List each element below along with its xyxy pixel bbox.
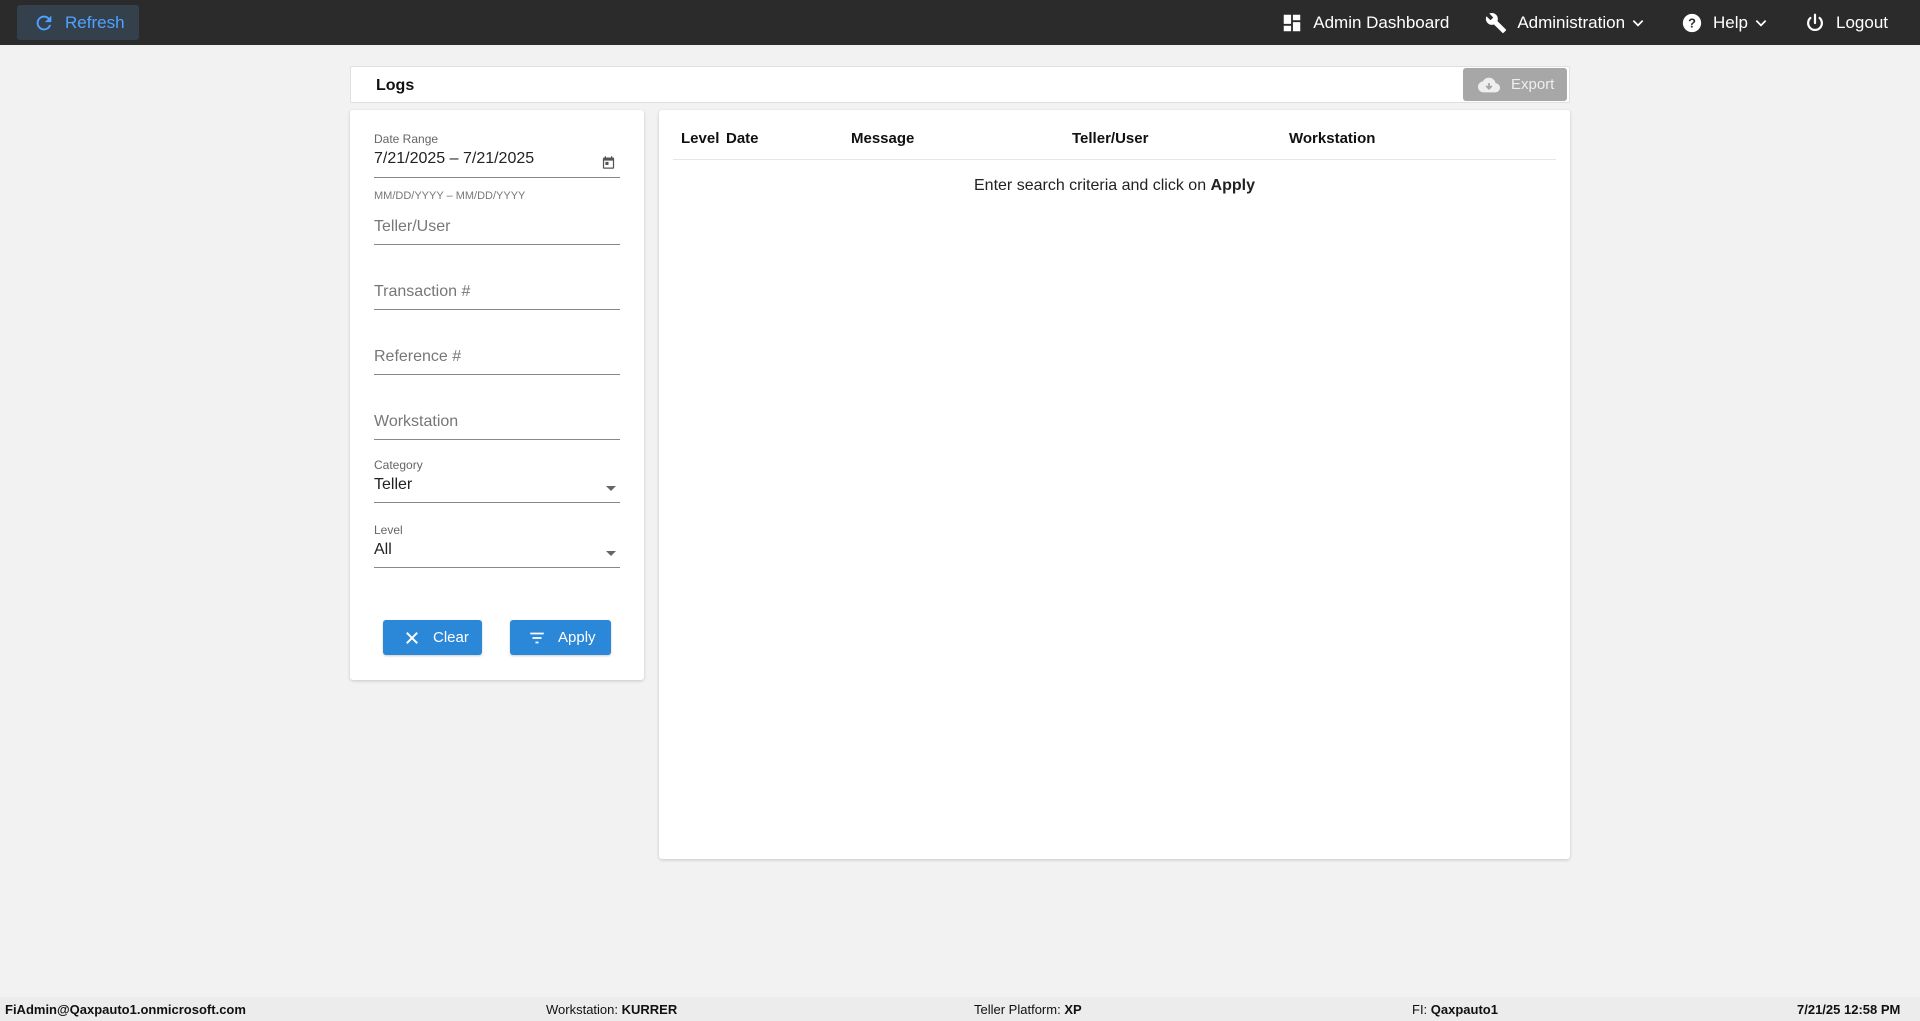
- page-title: Logs: [376, 77, 415, 94]
- category-underline: [374, 502, 620, 503]
- empty-state-message: Enter search criteria and click on Apply: [659, 177, 1570, 195]
- teller-user-underline: [374, 244, 620, 245]
- cloud-download-icon: [1478, 77, 1500, 92]
- apply-label: Apply: [558, 629, 596, 646]
- power-icon: [1807, 13, 1823, 31]
- chevron-down-icon: [1755, 19, 1767, 27]
- export-button[interactable]: Export: [1463, 68, 1567, 101]
- status-fi: FI: Qaxpauto1: [1412, 1002, 1498, 1017]
- date-range-hint-wrap: MM/DD/YYYY – MM/DD/YYYY: [374, 186, 620, 204]
- admin-dashboard-label: Admin Dashboard: [1313, 12, 1450, 32]
- filter-icon: [530, 632, 544, 643]
- logout-button[interactable]: Logout: [1786, 0, 1920, 45]
- refresh-button[interactable]: Refresh: [17, 5, 139, 40]
- column-header-teller-user[interactable]: Teller/User: [1072, 130, 1148, 147]
- reference-number-input[interactable]: Reference #: [374, 348, 620, 384]
- date-range-value[interactable]: 7/21/2025 – 7/21/2025: [374, 150, 620, 168]
- column-header-date[interactable]: Date: [726, 130, 759, 147]
- level-underline: [374, 567, 620, 568]
- workstation-input[interactable]: Workstation: [374, 413, 620, 449]
- empty-state-text: Enter search criteria and click on: [974, 177, 1211, 194]
- level-value: All: [374, 541, 392, 558]
- wrench-icon: [1486, 12, 1507, 33]
- dashboard-icon: [1283, 14, 1301, 31]
- column-header-level[interactable]: Level: [681, 130, 719, 147]
- logs-header-card: Logs Export: [350, 66, 1570, 103]
- export-label: Export: [1511, 76, 1555, 93]
- category-select[interactable]: Category Teller: [374, 458, 620, 506]
- status-datetime: 7/21/25 12:58 PM: [1797, 1002, 1901, 1017]
- transaction-underline: [374, 309, 620, 310]
- teller-user-input[interactable]: Teller/User: [374, 218, 620, 254]
- empty-state-action: Apply: [1210, 177, 1255, 194]
- logout-label: Logout: [1836, 12, 1888, 32]
- top-navigation-bar: Refresh Admin Dashboard Administration ?…: [0, 0, 1920, 45]
- status-platform: Teller Platform: XP: [974, 1002, 1082, 1017]
- status-user: FiAdmin@Qaxpauto1.onmicrosoft.com: [5, 1002, 246, 1017]
- workstation-underline: [374, 439, 620, 440]
- chevron-down-icon: [1632, 19, 1644, 27]
- clear-button[interactable]: Clear: [383, 620, 482, 655]
- calendar-icon[interactable]: [601, 155, 616, 170]
- help-icon: ?: [1682, 13, 1702, 32]
- administration-menu[interactable]: Administration: [1467, 0, 1663, 45]
- close-icon: [406, 631, 418, 644]
- top-nav-menu: Admin Dashboard Administration ? Help Lo…: [1263, 0, 1920, 45]
- reference-underline: [374, 374, 620, 375]
- transaction-placeholder: Transaction #: [374, 283, 471, 300]
- date-range-underline: [374, 177, 620, 178]
- dropdown-arrow-icon: [606, 551, 616, 556]
- status-workstation: Workstation: KURRER: [546, 1002, 678, 1017]
- column-header-message[interactable]: Message: [851, 130, 914, 147]
- svg-text:?: ?: [1688, 15, 1696, 30]
- administration-label: Administration: [1517, 12, 1626, 32]
- refresh-label: Refresh: [65, 12, 125, 32]
- column-header-workstation[interactable]: Workstation: [1289, 130, 1375, 147]
- date-range-hint: MM/DD/YYYY – MM/DD/YYYY: [374, 190, 526, 202]
- workstation-placeholder: Workstation: [374, 413, 459, 430]
- filter-panel: Date Range 7/21/2025 – 7/21/2025 MM/DD/Y…: [350, 110, 644, 680]
- category-label: Category: [374, 458, 423, 472]
- results-panel: Level Date Message Teller/User Workstati…: [659, 110, 1570, 859]
- category-value: Teller: [374, 476, 413, 493]
- help-menu[interactable]: ? Help: [1663, 0, 1786, 45]
- level-label: Level: [374, 523, 403, 537]
- clear-label: Clear: [433, 629, 469, 646]
- date-range-field[interactable]: Date Range 7/21/2025 – 7/21/2025: [374, 132, 620, 182]
- refresh-icon: [36, 15, 52, 30]
- apply-button[interactable]: Apply: [510, 620, 611, 655]
- admin-dashboard-link[interactable]: Admin Dashboard: [1263, 0, 1467, 45]
- reference-placeholder: Reference #: [374, 348, 462, 365]
- teller-user-placeholder: Teller/User: [374, 218, 451, 235]
- help-label: Help: [1713, 12, 1748, 32]
- header-divider: [673, 159, 1556, 160]
- date-range-label: Date Range: [374, 132, 439, 146]
- dropdown-arrow-icon: [606, 486, 616, 491]
- status-bar: FiAdmin@Qaxpauto1.onmicrosoft.com Workst…: [0, 997, 1920, 1021]
- level-select[interactable]: Level All: [374, 523, 620, 571]
- transaction-number-input[interactable]: Transaction #: [374, 283, 620, 319]
